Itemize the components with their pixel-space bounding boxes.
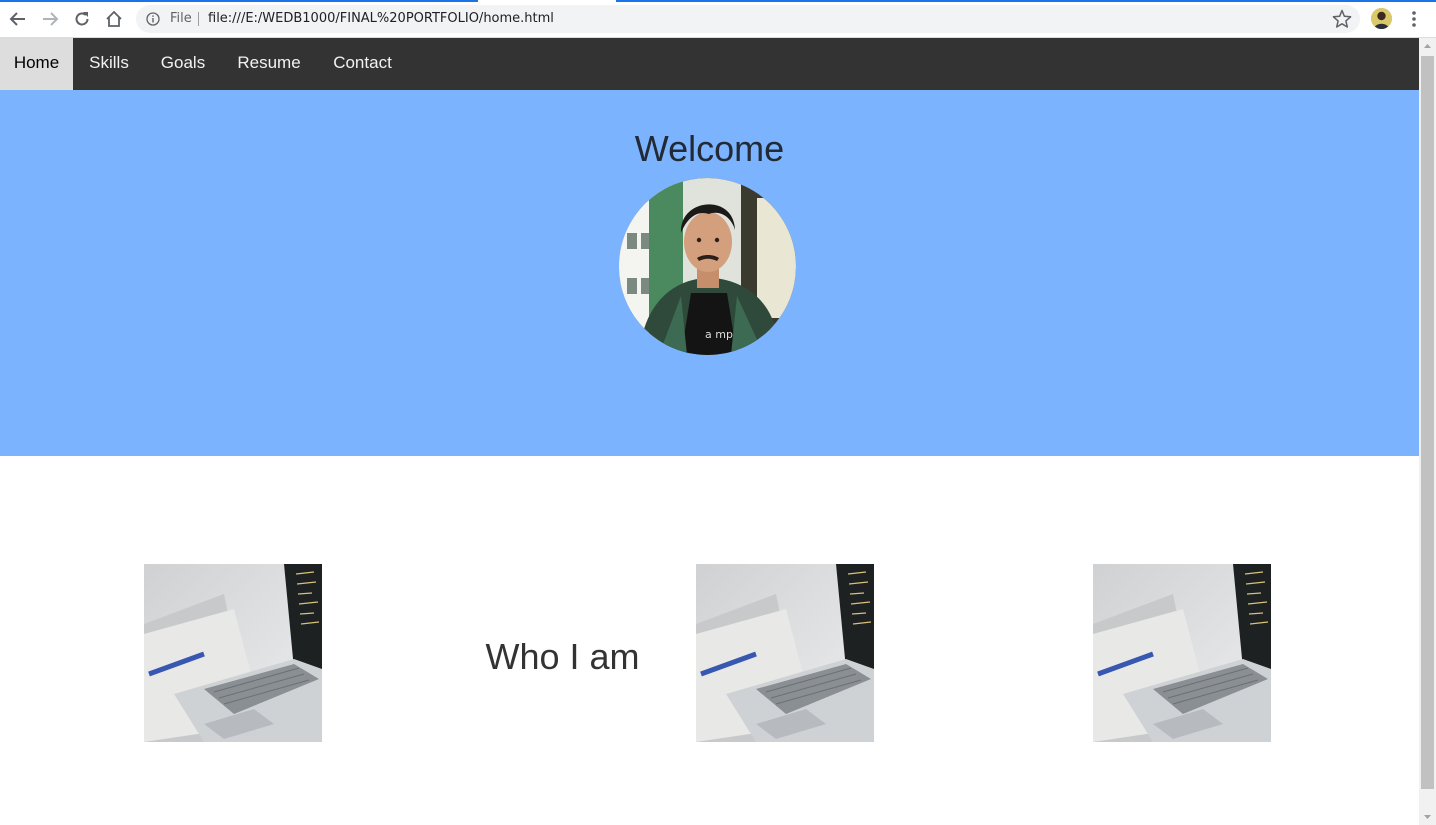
url-text[interactable]: file:///E:/WEDB1000/FINAL%20PORTFOLIO/ho… <box>208 11 554 26</box>
loading-bar <box>0 0 1436 2</box>
laptop-photo-2 <box>696 564 874 742</box>
laptop-photo-1 <box>144 564 322 742</box>
nav-home[interactable]: Home <box>0 38 73 90</box>
back-button[interactable] <box>6 7 30 31</box>
nav-resume[interactable]: Resume <box>221 38 317 90</box>
file-label: File <box>170 11 192 26</box>
svg-text:a mp: a mp <box>705 328 733 341</box>
reload-button[interactable] <box>70 7 94 31</box>
top-navigation: Home Skills Goals Resume Contact <box>0 38 1419 90</box>
three-dots-menu-icon[interactable] <box>1404 8 1424 30</box>
vertical-scrollbar[interactable] <box>1419 38 1436 825</box>
scroll-up-arrow-icon[interactable] <box>1419 38 1436 55</box>
info-icon[interactable] <box>146 12 160 26</box>
arrow-right-icon <box>43 12 59 26</box>
scrollbar-thumb[interactable] <box>1421 56 1434 789</box>
browser-toolbar: File file:///E:/WEDB1000/FINAL%20PORTFOL… <box>0 0 1436 38</box>
star-icon[interactable] <box>1331 8 1353 30</box>
page-viewport: Home Skills Goals Resume Contact Welcome <box>0 38 1419 825</box>
nav-skills[interactable]: Skills <box>73 38 145 90</box>
separator <box>198 12 199 26</box>
address-bar[interactable]: File file:///E:/WEDB1000/FINAL%20PORTFOL… <box>136 5 1360 33</box>
profile-avatar[interactable] <box>1371 8 1392 29</box>
arrow-left-icon <box>9 12 25 26</box>
section-heading: Who I am <box>485 636 640 677</box>
page-title: Welcome <box>634 128 785 169</box>
home-button[interactable] <box>102 7 126 31</box>
forward-button[interactable] <box>38 7 62 31</box>
hero-banner: Welcome a mp <box>0 90 1419 456</box>
home-icon <box>106 10 122 27</box>
portrait-photo: a mp <box>619 178 796 355</box>
nav-contact[interactable]: Contact <box>317 38 408 90</box>
reload-icon <box>75 12 89 26</box>
nav-goals[interactable]: Goals <box>145 38 221 90</box>
scroll-down-arrow-icon[interactable] <box>1419 808 1436 825</box>
laptop-photo-3 <box>1093 564 1271 742</box>
